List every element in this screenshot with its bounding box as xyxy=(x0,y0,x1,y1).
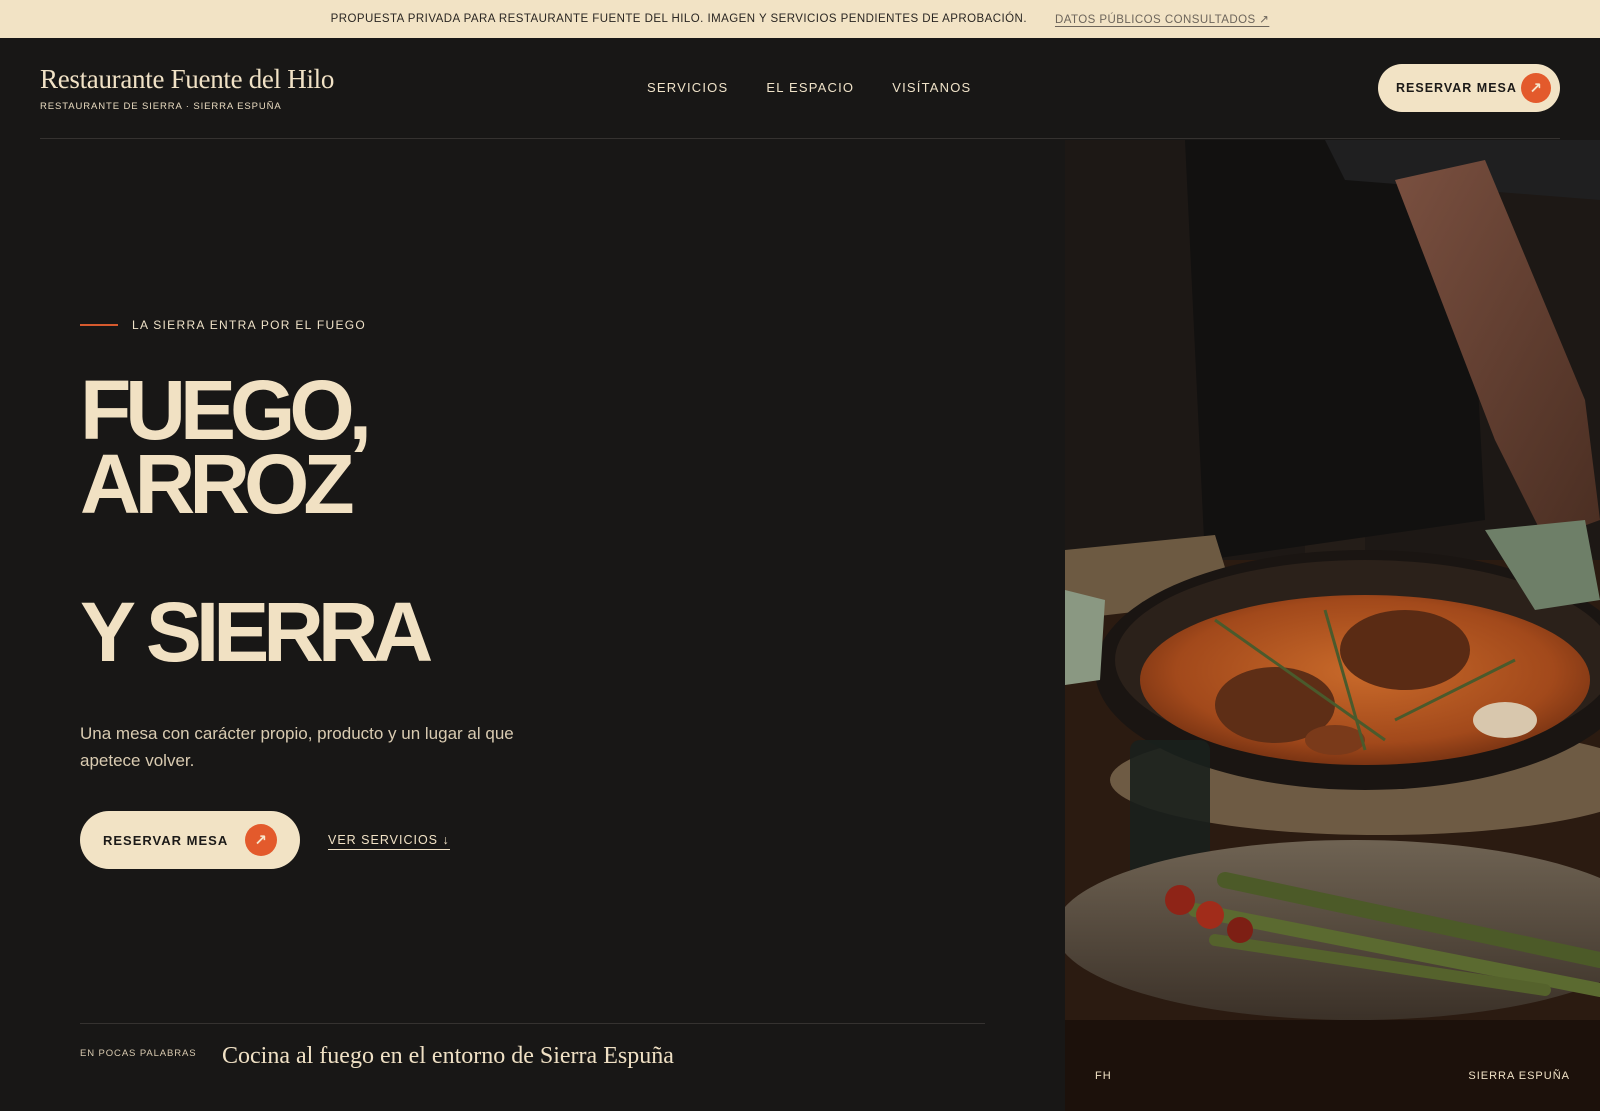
public-data-link[interactable]: DATOS PÚBLICOS CONSULTADOS ↗ xyxy=(1055,12,1269,26)
nav-item-visitanos[interactable]: VISÍTANOS xyxy=(892,80,971,95)
divider xyxy=(80,1023,985,1024)
arrow-up-right-icon: ↗ xyxy=(245,824,277,856)
site-header: Restaurante Fuente del Hilo RESTAURANTE … xyxy=(40,38,1560,139)
photo-caption-left: FH xyxy=(1095,1070,1112,1082)
brand-tagline: RESTAURANTE DE SIERRA · SIERRA ESPUÑA xyxy=(40,101,282,112)
hero-eyebrow: LA SIERRA ENTRA POR EL FUEGO xyxy=(80,318,366,332)
hero-headline-line-2: ARROZ xyxy=(80,437,355,531)
hero-eyebrow-text: LA SIERRA ENTRA POR EL FUEGO xyxy=(132,318,367,332)
announcement-notice: PROPUESTA PRIVADA PARA RESTAURANTE FUENT… xyxy=(330,13,1027,25)
nav-item-servicios[interactable]: SERVICIOS xyxy=(647,80,728,95)
reserve-table-button-hero[interactable]: RESERVAR MESA ↗ xyxy=(80,811,300,869)
arrow-up-right-icon: ↗ xyxy=(1521,73,1551,103)
announcement-bar: PROPUESTA PRIVADA PARA RESTAURANTE FUENT… xyxy=(0,0,1600,38)
reserve-table-label: RESERVAR MESA xyxy=(1396,81,1517,95)
reserve-table-hero-label: RESERVAR MESA xyxy=(103,832,229,848)
eyebrow-rule xyxy=(80,324,118,326)
summary-label: EN POCAS PALABRAS xyxy=(80,1048,197,1059)
summary-text: Cocina al fuego en el entorno de Sierra … xyxy=(222,1043,674,1069)
brand-name[interactable]: Restaurante Fuente del Hilo xyxy=(40,64,334,95)
hero-lead: Una mesa con carácter propio, producto y… xyxy=(80,724,514,770)
nav-item-el-espacio[interactable]: EL ESPACIO xyxy=(766,80,854,95)
hero-photo: FH SIERRA ESPUÑA xyxy=(1065,140,1600,1111)
main-nav: SERVICIOS EL ESPACIO VISÍTANOS xyxy=(647,80,971,95)
paella-illustration xyxy=(1065,140,1600,1111)
photo-caption-right: SIERRA ESPUÑA xyxy=(1468,1070,1570,1082)
hero-headline-line-3: Y SIERRA xyxy=(80,585,433,679)
reserve-table-button-header[interactable]: RESERVAR MESA ↗ xyxy=(1378,64,1560,112)
view-services-link[interactable]: VER SERVICIOS ↓ xyxy=(328,833,450,850)
